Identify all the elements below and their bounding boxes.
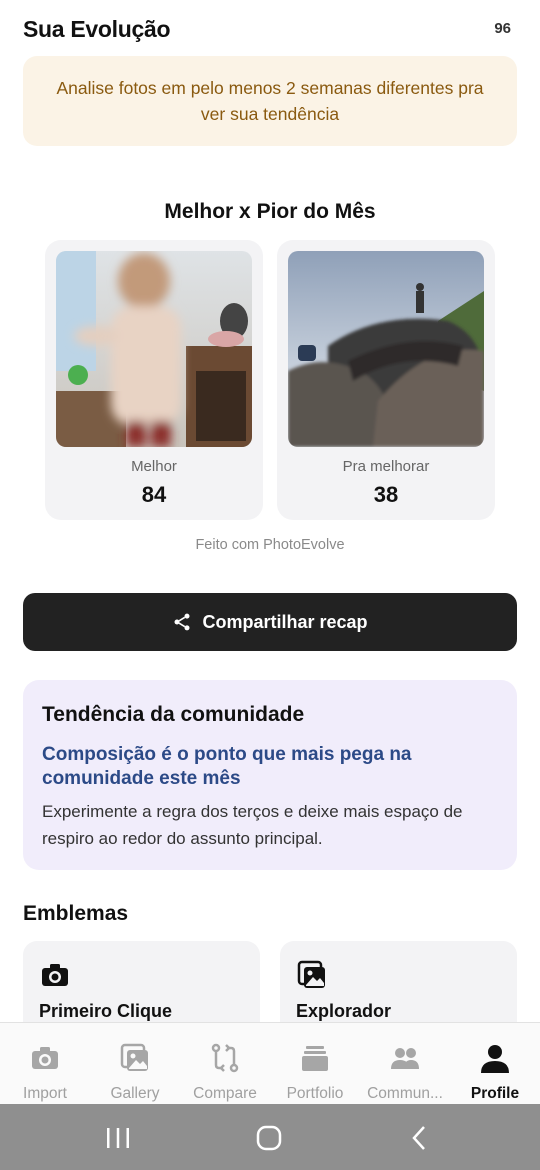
best-photo-card[interactable]: Melhor 84 [45, 240, 263, 520]
community-trend-heading: Tendência da comunidade [42, 703, 305, 726]
trend-hint-banner: Analise fotos em pelo menos 2 semanas di… [23, 56, 517, 146]
emblem-name: Primeiro Clique [39, 1001, 173, 1021]
compare-icon [211, 1043, 239, 1073]
community-trend-card: Tendência da comunidade Composição é o p… [23, 680, 517, 870]
tab-label: Gallery [110, 1085, 160, 1102]
home-icon[interactable] [254, 1124, 284, 1152]
share-icon [174, 613, 190, 631]
tab-label: Profile [470, 1085, 520, 1102]
tab-label: Import [23, 1085, 67, 1102]
recent-apps-icon[interactable] [103, 1124, 133, 1152]
tab-label: Compare [193, 1085, 257, 1102]
best-photo-score: 84 [141, 482, 167, 507]
emblems-title: Emblemas [23, 902, 129, 925]
worst-photo-card[interactable]: Pra melhorar 38 [277, 240, 495, 520]
tab-label: Portfolio [286, 1085, 344, 1102]
community-trend-subheading: Composição é o ponto que mais pega na co… [42, 744, 412, 789]
community-icon [391, 1048, 419, 1069]
worst-photo-image [288, 251, 484, 447]
tab-label: Commun... [367, 1085, 443, 1102]
best-photo-label: Melhor [131, 458, 177, 475]
tab-portfolio[interactable]: Portfolio [270, 1023, 360, 1105]
page-header: Sua Evolução 96 [23, 14, 517, 48]
worst-photo-score: 38 [373, 482, 399, 507]
best-photo-image [56, 251, 252, 447]
recap-title: Melhor x Pior do Mês [164, 200, 376, 223]
gallery-icon [120, 1043, 148, 1071]
system-navigation-bar [0, 1104, 540, 1170]
camera-icon [32, 1047, 58, 1069]
community-trend-body: Experimente a regra dos terços e deixe m… [42, 802, 463, 848]
trend-hint-text: Analise fotos em pelo menos 2 semanas di… [56, 78, 484, 124]
back-icon[interactable] [405, 1124, 435, 1152]
gallery-icon [297, 960, 325, 988]
emblem-name: Explorador [296, 1001, 392, 1021]
tab-profile[interactable]: Profile [450, 1023, 540, 1105]
tab-import[interactable]: Import [0, 1023, 90, 1105]
tab-gallery[interactable]: Gallery [90, 1023, 180, 1105]
score-badge: 96 [494, 20, 511, 37]
tab-community[interactable]: Commun... [360, 1023, 450, 1105]
worst-photo-label: Pra melhorar [342, 458, 430, 475]
best-photo[interactable] [56, 251, 252, 447]
worst-photo[interactable] [288, 251, 484, 447]
made-with-caption: Feito com PhotoEvolve [195, 537, 345, 553]
tab-compare[interactable]: Compare [180, 1023, 270, 1105]
page-title: Sua Evolução [23, 16, 171, 42]
camera-icon [42, 964, 68, 986]
profile-icon [481, 1045, 509, 1073]
portfolio-icon [302, 1046, 328, 1071]
share-recap-label: Compartilhar recap [202, 611, 368, 632]
bottom-tab-bar: Import Gallery Compare Portfolio Commun.… [0, 1022, 540, 1104]
share-recap-button[interactable]: Compartilhar recap [23, 593, 517, 651]
